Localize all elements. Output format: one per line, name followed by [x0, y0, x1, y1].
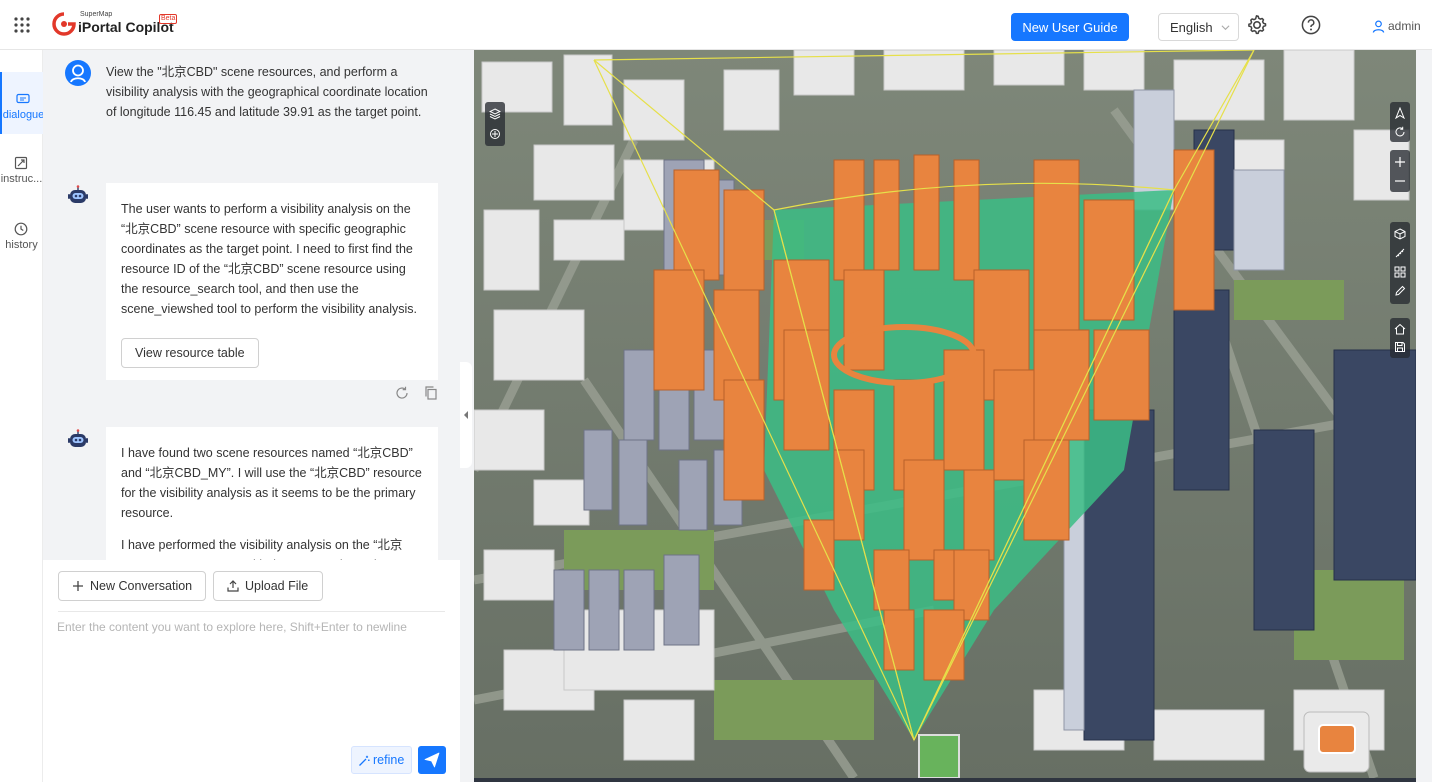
new-user-guide-button[interactable]: New User Guide: [1011, 13, 1129, 41]
composer-divider: [58, 611, 445, 612]
nav-item-instructions[interactable]: instruc...: [0, 136, 43, 198]
grid-icon[interactable]: [1394, 266, 1406, 278]
new-conversation-label: New Conversation: [90, 579, 193, 593]
layers-icon[interactable]: [489, 108, 501, 120]
beta-badge: Beta: [159, 14, 178, 24]
upload-file-label: Upload File: [245, 579, 309, 593]
3d-scene-viewer[interactable]: [474, 50, 1416, 778]
regenerate-icon[interactable]: [395, 386, 409, 400]
upload-file-button[interactable]: Upload File: [213, 571, 323, 601]
language-value: English: [1170, 20, 1213, 35]
zoom-out-icon[interactable]: [1394, 175, 1406, 187]
compass-widget: [1303, 711, 1370, 773]
nav-item-history[interactable]: history: [0, 202, 43, 264]
magic-wand-icon: [359, 755, 370, 766]
zoom-toolbar: [1390, 150, 1410, 192]
chevron-left-icon: [464, 411, 468, 419]
chat-input[interactable]: [57, 620, 446, 740]
bot-avatar-icon: [68, 429, 88, 447]
supermap-logo-icon: [52, 12, 76, 36]
bot-message-card: I have found two scene resources named “…: [106, 427, 438, 560]
view-toolbar: [1390, 102, 1410, 142]
new-conversation-button[interactable]: New Conversation: [58, 571, 206, 601]
user-icon: [1372, 20, 1385, 33]
bot-message-text: I have performed the visibility analysis…: [121, 538, 403, 560]
help-icon[interactable]: [1301, 15, 1321, 35]
bot-message-text: The user wants to perform a visibility a…: [121, 202, 417, 316]
cube-icon[interactable]: [1394, 228, 1406, 240]
bot-message-text: I have found two scene resources named “…: [121, 446, 422, 520]
message-actions: [395, 386, 439, 402]
nav-label-dialogue: dialogue: [2, 109, 45, 121]
user-avatar-icon: [65, 60, 91, 86]
analysis-toolbar: [1390, 222, 1410, 304]
home-icon[interactable]: [1394, 323, 1406, 335]
language-select[interactable]: English: [1158, 13, 1239, 41]
chevron-down-icon: [1221, 25, 1230, 31]
chat-panel[interactable]: View the "北京CBD" scene resources, and pe…: [43, 50, 460, 560]
scene-toolbar: [1390, 318, 1410, 358]
refine-label: refine: [373, 753, 405, 767]
right-edge: [1416, 50, 1432, 782]
apps-grid-icon[interactable]: [14, 17, 30, 33]
map-status-bar: [474, 778, 1416, 782]
instruction-icon: [14, 156, 28, 170]
refine-button[interactable]: refine: [351, 746, 412, 774]
save-icon[interactable]: [1394, 341, 1406, 353]
upload-icon: [227, 580, 239, 592]
nav-label-history: history: [5, 239, 38, 251]
layer-toolbar: [485, 102, 505, 146]
app-logo[interactable]: SuperMap iPortal Copilot Beta: [52, 10, 182, 40]
app-header: SuperMap iPortal Copilot Beta New User G…: [0, 0, 1432, 50]
dialogue-icon: [16, 93, 30, 104]
reset-view-icon[interactable]: [1394, 126, 1406, 138]
scene-canvas[interactable]: [474, 50, 1416, 778]
send-button[interactable]: [418, 746, 446, 774]
nav-item-dialogue[interactable]: dialogue: [0, 72, 45, 134]
username: admin: [1388, 19, 1421, 33]
target-point-marker: [918, 734, 960, 778]
left-nav: dialogue instruc... history: [0, 50, 45, 782]
north-arrow-icon[interactable]: [1394, 107, 1406, 119]
view-resource-table-button[interactable]: View resource table: [121, 338, 259, 368]
measure-ruler-icon[interactable]: [1394, 247, 1406, 259]
locate-icon[interactable]: [489, 128, 501, 140]
settings-gear-icon[interactable]: [1247, 15, 1267, 35]
bot-message-card: The user wants to perform a visibility a…: [106, 183, 438, 380]
message-composer: New Conversation Upload File refine: [43, 560, 460, 782]
nav-label-instructions: instruc...: [0, 173, 43, 185]
panel-splitter[interactable]: [460, 50, 474, 782]
zoom-in-icon[interactable]: [1394, 156, 1406, 168]
user-message: View the "北京CBD" scene resources, and pe…: [106, 65, 428, 119]
history-icon: [14, 222, 28, 236]
logo-supertext: SuperMap: [80, 11, 113, 18]
plus-icon: [73, 581, 83, 591]
bot-avatar-icon: [68, 185, 88, 203]
copy-icon[interactable]: [424, 386, 438, 400]
collapse-panel-handle[interactable]: [460, 362, 472, 468]
draw-pencil-icon[interactable]: [1394, 285, 1406, 297]
send-icon: [424, 752, 440, 768]
